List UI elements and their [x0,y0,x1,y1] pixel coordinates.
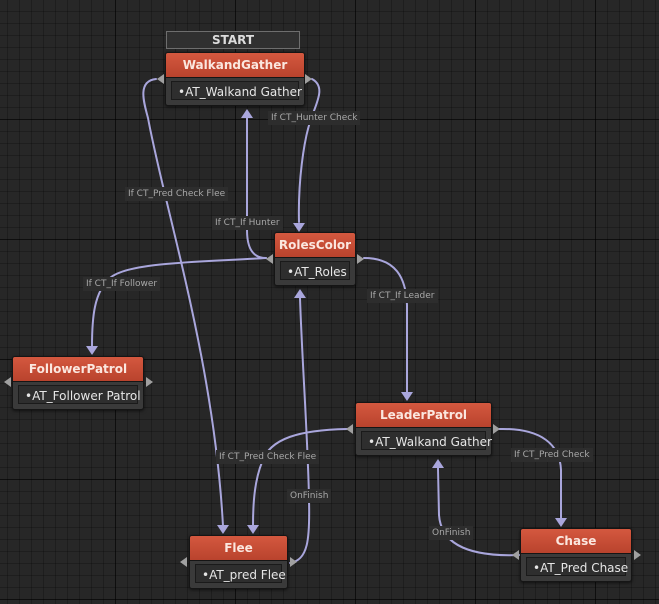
arrow-head [432,459,444,468]
node-title: FollowerPatrol [13,357,143,382]
transition-label-if-follower[interactable]: If CT_If Follower [83,277,161,291]
transition-label-if-leader[interactable]: If CT_If Leader [367,289,438,303]
arrow-head [293,223,305,232]
arrow-head [294,289,306,298]
port-right-icon[interactable] [290,557,297,567]
arrow-head [86,346,98,355]
arrow-head [247,525,259,534]
port-right-icon[interactable] [493,424,500,434]
node-title: RolesColor [275,233,355,258]
link-on-finish-flee[interactable] [289,297,311,564]
node-title: LeaderPatrol [356,403,491,428]
arrow-head [555,518,567,527]
link-if-follower[interactable] [91,257,267,347]
port-left-icon[interactable] [266,254,273,264]
state-node-leader-patrol[interactable]: LeaderPatrol •AT_Walkand Gather [355,402,492,456]
arrow-head [217,525,229,534]
node-action: •AT_pred Flee [195,564,286,583]
transition-label-pred-check-flee-low[interactable]: If CT_Pred Check Flee [216,450,320,464]
link-if-leader[interactable] [363,257,408,393]
state-node-flee[interactable]: Flee •AT_pred Flee [189,535,288,589]
behaviour-graph-canvas[interactable]: START WalkandGather •AT_Walkand Gather R… [0,0,659,604]
node-action: •AT_Follower Patrol [18,385,141,404]
port-right-icon[interactable] [146,377,153,387]
transition-label-on-finish-chase[interactable]: OnFinish [429,526,474,540]
port-right-icon[interactable] [634,550,641,560]
arrow-head [401,392,413,401]
node-title: Chase [521,529,631,554]
node-action: •AT_Walkand Gather [171,81,302,100]
transition-links [86,78,567,564]
port-left-icon[interactable] [346,424,353,434]
state-node-roles-color[interactable]: RolesColor •AT_Roles [274,232,356,286]
link-pred-check[interactable] [498,427,562,519]
link-pred-check-flee-top[interactable] [142,78,224,527]
transition-label-pred-check[interactable]: If CT_Pred Check [511,448,593,462]
state-node-walkand-gather[interactable]: WalkandGather •AT_Walkand Gather [165,52,305,106]
node-title: WalkandGather [166,53,304,78]
port-left-icon[interactable] [157,74,164,84]
link-if-hunter[interactable] [246,117,267,259]
transition-label-on-finish-flee[interactable]: OnFinish [287,489,332,503]
node-action: •AT_Roles [280,261,350,280]
port-left-icon[interactable] [180,557,187,567]
node-action: •AT_Pred Chase [526,557,628,576]
arrow-head [241,109,253,118]
link-pred-check-flee-low[interactable] [252,428,348,527]
port-left-icon[interactable] [512,550,519,560]
port-right-icon[interactable] [357,254,364,264]
state-node-chase[interactable]: Chase •AT_Pred Chase [520,528,632,582]
node-action: •AT_Walkand Gather [361,431,492,450]
transition-label-pred-check-flee[interactable]: If CT_Pred Check Flee [125,187,229,201]
link-on-finish-chase[interactable] [437,467,521,557]
transition-label-if-hunter[interactable]: If CT_If Hunter [212,216,283,230]
node-title: Flee [190,536,287,561]
state-node-follower-patrol[interactable]: FollowerPatrol •AT_Follower Patrol [12,356,144,410]
transition-label-hunter-check[interactable]: If CT_Hunter Check [268,111,361,125]
start-tag: START [166,31,300,49]
port-left-icon[interactable] [4,377,11,387]
port-right-icon[interactable] [305,74,312,84]
